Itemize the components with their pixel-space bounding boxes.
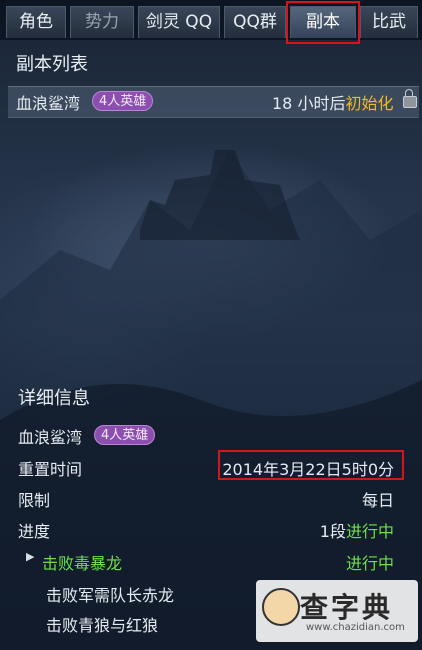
- objective-2: 击败军需队长赤龙: [46, 586, 175, 605]
- site-watermark: 查字典 www.chazidian.com: [256, 580, 418, 642]
- objective-3: 击败青狼与红狼: [46, 616, 159, 635]
- details-title: 详细信息: [18, 388, 90, 409]
- highlight-box-reset-time: [218, 450, 404, 480]
- detail-dungeon-name: 血浪鲨湾: [18, 428, 83, 447]
- reset-countdown: 18 小时后初始化: [272, 94, 394, 113]
- limit-value: 每日: [361, 491, 394, 510]
- limit-label: 限制: [18, 491, 51, 510]
- dungeon-name: 血浪鲨湾: [16, 94, 81, 113]
- expand-arrow-icon[interactable]: ▶: [26, 550, 34, 563]
- tab-qq-group[interactable]: QQ群: [224, 6, 286, 38]
- tab-faction[interactable]: 势力: [70, 6, 134, 38]
- game-window: 角色 势力 剑灵 QQ QQ群 副本 比武 副本列表 血浪鲨湾 4人英雄 18 …: [0, 0, 422, 650]
- tab-role[interactable]: 角色: [6, 6, 66, 38]
- progress-value: 1段进行中: [319, 522, 394, 541]
- objective-1-status: 进行中: [345, 554, 394, 573]
- tab-jianling-qq[interactable]: 剑灵 QQ: [138, 6, 220, 38]
- reset-time-label: 重置时间: [18, 460, 83, 479]
- detail-party-size-badge: 4人英雄: [94, 425, 156, 445]
- mascot-icon: [262, 588, 300, 626]
- party-size-badge: 4人英雄: [92, 91, 154, 111]
- progress-label: 进度: [18, 522, 51, 541]
- dungeon-list-title: 副本列表: [16, 54, 88, 75]
- objective-1[interactable]: 击败毒暴龙: [42, 550, 122, 574]
- lock-icon: [403, 89, 417, 108]
- highlight-box-tab: [286, 1, 360, 44]
- tab-pvp[interactable]: 比武: [360, 6, 418, 38]
